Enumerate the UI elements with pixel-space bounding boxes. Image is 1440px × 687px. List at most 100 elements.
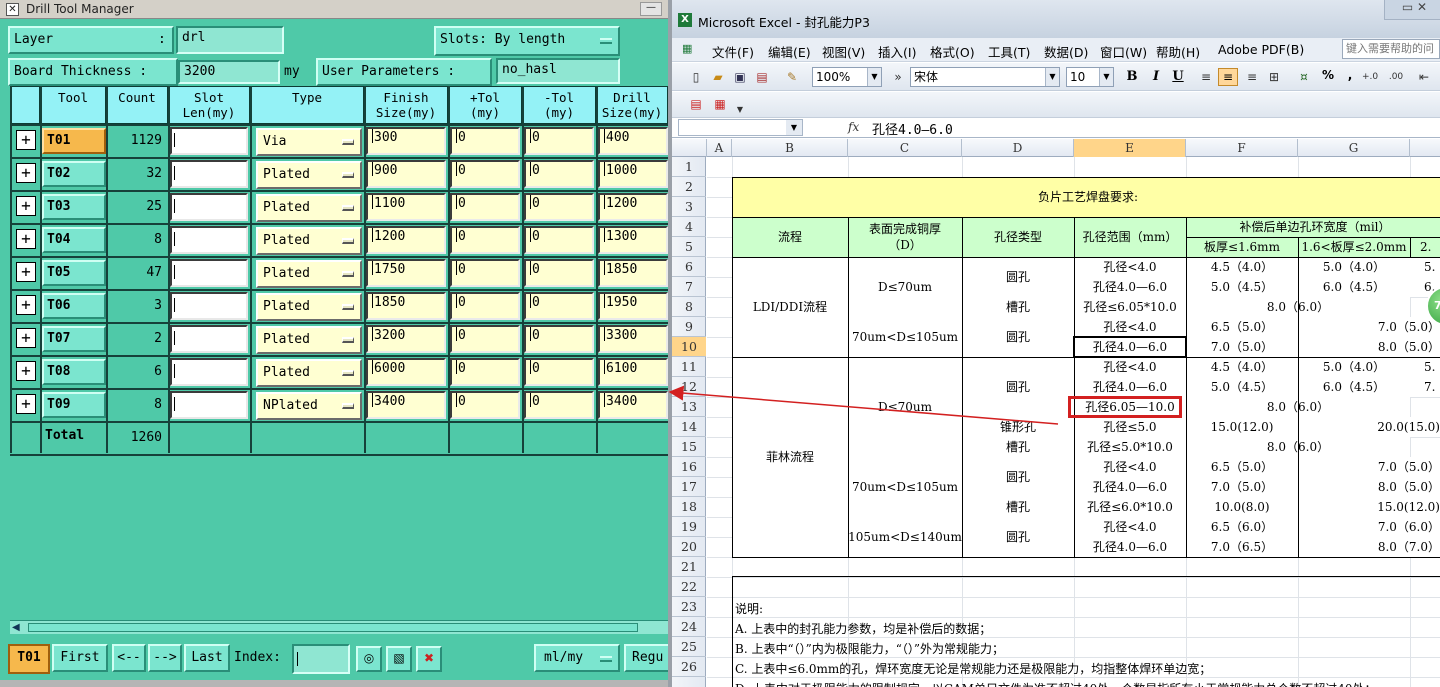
slot-length-input[interactable] [170, 193, 248, 221]
italic-button[interactable]: I [1146, 68, 1166, 86]
workbook-icon[interactable]: ▦ [682, 42, 692, 55]
decrease-indent-icon[interactable]: ⇤ [1416, 69, 1432, 85]
thickness-cell[interactable]: 70um<D≤105um [848, 457, 962, 517]
drill-size-input[interactable]: 400 [598, 127, 668, 155]
fx-icon[interactable]: fx [848, 120, 859, 134]
tool-button[interactable]: T06 [42, 293, 106, 319]
slots-selector[interactable]: Slots: By length [434, 26, 620, 56]
ptol-size-input[interactable]: 0 [450, 259, 520, 287]
column-header-b[interactable]: B [732, 139, 848, 157]
value-cell[interactable]: 7. [1410, 377, 1440, 397]
value-cell[interactable]: 6.5（5.0） [1186, 317, 1298, 337]
currency-icon[interactable]: ¤ [1296, 69, 1312, 85]
type-select[interactable]: Plated [256, 326, 362, 354]
font-name-combo[interactable]: 宋体 ▼ [910, 67, 1060, 87]
header-sub2[interactable]: 1.6<板厚≤2.0mm [1298, 237, 1410, 257]
column-header-f[interactable]: F [1186, 139, 1298, 157]
thickness-cell[interactable]: D≤70um [848, 257, 962, 317]
value-cell[interactable]: 5. [1410, 257, 1440, 277]
range-cell[interactable]: 孔径<4.0 [1074, 317, 1186, 337]
row-header-20[interactable]: 20 [672, 537, 706, 557]
tool-button[interactable]: T09 [42, 392, 106, 418]
finish-size-input[interactable]: 3400 [366, 391, 446, 419]
finish-size-input[interactable]: 1750 [366, 259, 446, 287]
value-cell[interactable]: 5. [1410, 357, 1440, 377]
drill-size-input[interactable]: 1000 [598, 160, 668, 188]
value-cell[interactable]: 7.0（5.0） [1298, 317, 1440, 337]
column-header-g[interactable]: G [1298, 139, 1410, 157]
menu-item-4[interactable]: 格式(O) [930, 42, 975, 61]
expand-row-icon[interactable]: + [16, 361, 36, 381]
zoom-combo[interactable]: 100% ▼ [812, 67, 882, 87]
tool-button[interactable]: T07 [42, 326, 106, 352]
bold-button[interactable]: B [1122, 68, 1142, 86]
hole-type-cell[interactable]: 槽孔 [962, 437, 1074, 457]
value-cell[interactable]: 8.0（5.0） [1298, 337, 1440, 357]
ptol-size-input[interactable]: 0 [450, 391, 520, 419]
header-compensation[interactable]: 补偿后单边孔环宽度（mil） [1186, 217, 1440, 237]
type-select[interactable]: Plated [256, 359, 362, 387]
value-cell[interactable]: 5.0（4.5） [1186, 377, 1298, 397]
hole-type-cell[interactable]: 槽孔 [962, 297, 1074, 317]
row-header-24[interactable]: 24 [672, 617, 706, 637]
expand-row-icon[interactable]: + [16, 262, 36, 282]
tool-button[interactable]: T08 [42, 359, 106, 385]
type-select[interactable]: Plated [256, 227, 362, 255]
hole-type-cell[interactable]: 锥形孔 [962, 417, 1074, 437]
layer-field[interactable]: drl [176, 26, 284, 54]
row-header-23[interactable]: 23 [672, 597, 706, 617]
finish-size-input[interactable]: 6000 [366, 358, 446, 386]
toolbar-options-icon[interactable]: » [890, 69, 906, 85]
column-header-c[interactable]: C [848, 139, 962, 157]
header-sub1[interactable]: 板厚≤1.6mm [1186, 237, 1298, 257]
row-header-25[interactable]: 25 [672, 637, 706, 657]
type-select[interactable]: NPlated [256, 392, 362, 420]
drill-size-input[interactable]: 3400 [598, 391, 668, 419]
row-header-7[interactable]: 7 [672, 277, 706, 297]
hole-type-cell[interactable]: 槽孔 [962, 497, 1074, 517]
align-right-icon[interactable]: ≡ [1244, 69, 1260, 85]
value-cell[interactable]: 6.5（6.0） [1186, 517, 1298, 537]
ptol-size-input[interactable]: 0 [450, 127, 520, 155]
comma-button[interactable]: , [1340, 68, 1360, 86]
range-cell[interactable]: 孔径≤5.0*10.0 [1074, 437, 1186, 457]
column-header-slot[interactable]: Slot Len(my) [168, 86, 250, 124]
range-cell[interactable]: 孔径<4.0 [1074, 457, 1186, 477]
user-parameters-button[interactable]: User Parameters : [316, 58, 492, 86]
scroll-left-icon[interactable]: ◀ [12, 622, 20, 633]
mtol-size-input[interactable]: 0 [524, 127, 594, 155]
row-header-13[interactable]: 13 [672, 397, 706, 417]
permission-icon[interactable]: ▤ [754, 69, 770, 85]
header-sub3[interactable]: 2. [1410, 237, 1440, 257]
board-thickness-field[interactable]: 3200 [178, 60, 280, 84]
header-thickness[interactable]: 表面完成铜厚 （D） [848, 217, 962, 257]
save-icon[interactable]: ▣ [732, 69, 748, 85]
value-cell[interactable]: 5.0（4.0） [1298, 357, 1410, 377]
menu-item-2[interactable]: 视图(V) [822, 42, 865, 61]
slot-length-input[interactable] [170, 358, 248, 386]
expand-row-icon[interactable]: + [16, 163, 36, 183]
header-range[interactable]: 孔径范围（mm） [1074, 217, 1186, 257]
type-select[interactable]: Plated [256, 194, 362, 222]
mtol-size-input[interactable]: 0 [524, 292, 594, 320]
ptol-size-input[interactable]: 0 [450, 160, 520, 188]
bulb-icon[interactable]: ◎ [356, 646, 382, 672]
expand-row-icon[interactable]: + [16, 130, 36, 150]
first-button[interactable]: First [52, 644, 108, 672]
thickness-cell[interactable]: D≤70um [848, 357, 962, 457]
delete-icon[interactable]: ✖ [416, 646, 442, 672]
column-header-count[interactable]: Count [106, 86, 168, 124]
expand-row-icon[interactable]: + [16, 196, 36, 216]
mtol-size-input[interactable]: 0 [524, 160, 594, 188]
ptol-size-input[interactable]: 0 [450, 358, 520, 386]
expand-row-icon[interactable]: + [16, 328, 36, 348]
value-cell[interactable]: 7.0（5.0） [1186, 337, 1298, 357]
process-feilin[interactable]: 菲林流程 [732, 357, 848, 557]
hole-type-cell[interactable]: 圆孔 [962, 357, 1074, 417]
value-cell[interactable]: 5.0（4.0） [1298, 257, 1410, 277]
regu-button[interactable]: Regu [624, 644, 668, 672]
range-cell[interactable]: 孔径4.0—6.0 [1074, 377, 1186, 397]
column-header-tool[interactable]: Tool [40, 86, 106, 124]
drill-size-input[interactable]: 1200 [598, 193, 668, 221]
menu-item-0[interactable]: 文件(F) [712, 42, 754, 61]
